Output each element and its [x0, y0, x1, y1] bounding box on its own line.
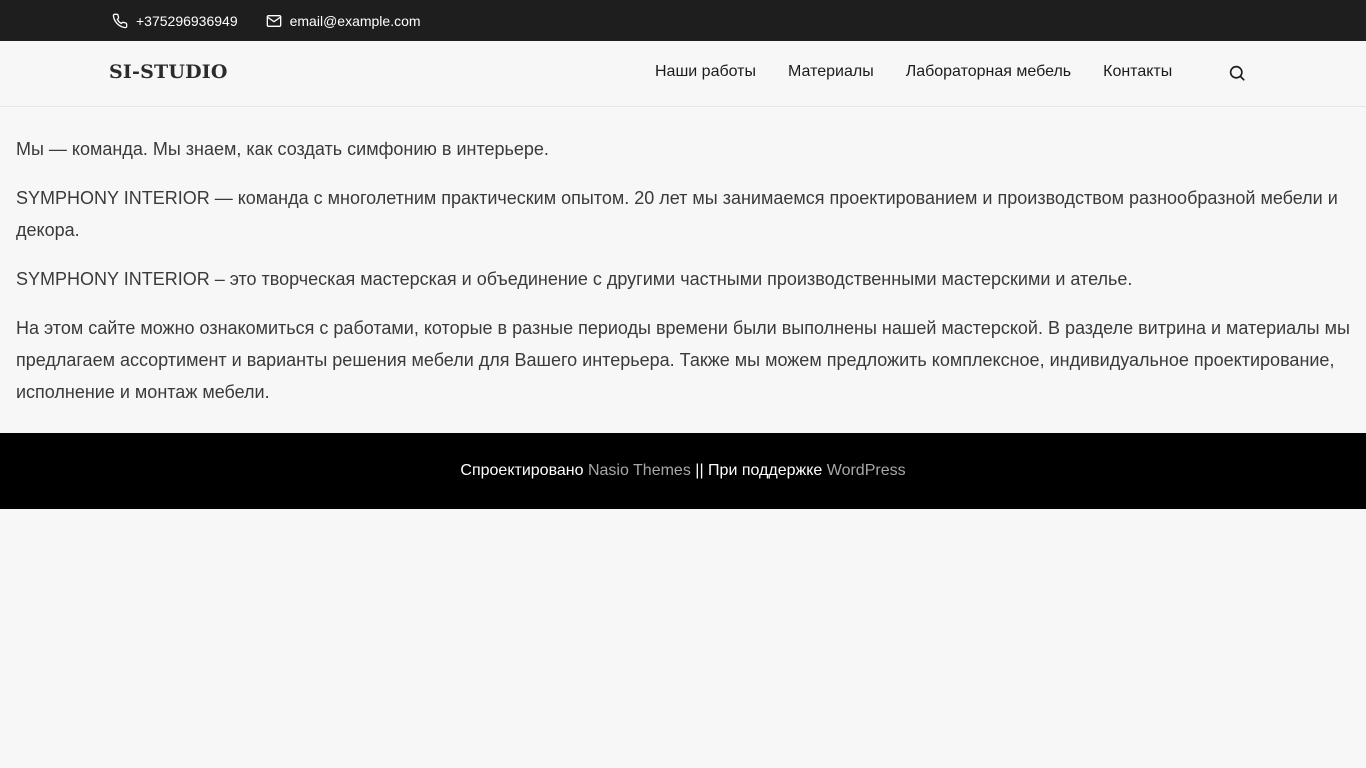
email-address: email@example.com [289, 12, 421, 29]
site-footer: Спроектировано Nasio Themes || При подде… [0, 433, 1366, 509]
theme-link[interactable]: Nasio Themes [588, 462, 691, 479]
wordpress-link[interactable]: WordPress [827, 462, 906, 479]
main-content: Мы — команда. Мы знаем, как создать симф… [0, 107, 1366, 408]
powered-by-label: При поддержке [708, 462, 823, 479]
nav-item-works[interactable]: Наши работы [655, 63, 756, 81]
footer-separator: || [695, 462, 704, 479]
intro-paragraph: Мы — команда. Мы знаем, как создать симф… [16, 139, 549, 159]
phone-icon [112, 13, 128, 28]
site-logo[interactable]: SI-STUDIO [109, 61, 228, 83]
main-nav: Наши работы Материалы Лабораторная мебел… [655, 63, 1172, 81]
search-icon[interactable] [1228, 64, 1246, 82]
site-info-paragraph: На этом сайте можно ознакомиться с работ… [16, 318, 1350, 402]
footer-credits: Спроектировано Nasio Themes || При подде… [460, 462, 905, 480]
top-bar: +375296936949 email@example.com [0, 0, 1366, 41]
mail-icon [266, 14, 281, 27]
workshop-paragraph: SYMPHONY INTERIOR – это творческая масте… [16, 269, 1133, 289]
experience-paragraph: SYMPHONY INTERIOR — команда с многолетни… [16, 188, 1338, 240]
email-link[interactable]: email@example.com [266, 13, 421, 29]
nav-item-materials[interactable]: Материалы [788, 63, 874, 81]
phone-number: +375296936949 [136, 12, 238, 29]
designed-by-label: Спроектировано [460, 462, 584, 479]
nav-item-contacts[interactable]: Контакты [1103, 63, 1172, 81]
nav-item-lab-furniture[interactable]: Лабораторная мебель [906, 63, 1071, 81]
site-header: SI-STUDIO Наши работы Материалы Лаборато… [0, 41, 1366, 107]
phone-link[interactable]: +375296936949 [112, 13, 238, 29]
